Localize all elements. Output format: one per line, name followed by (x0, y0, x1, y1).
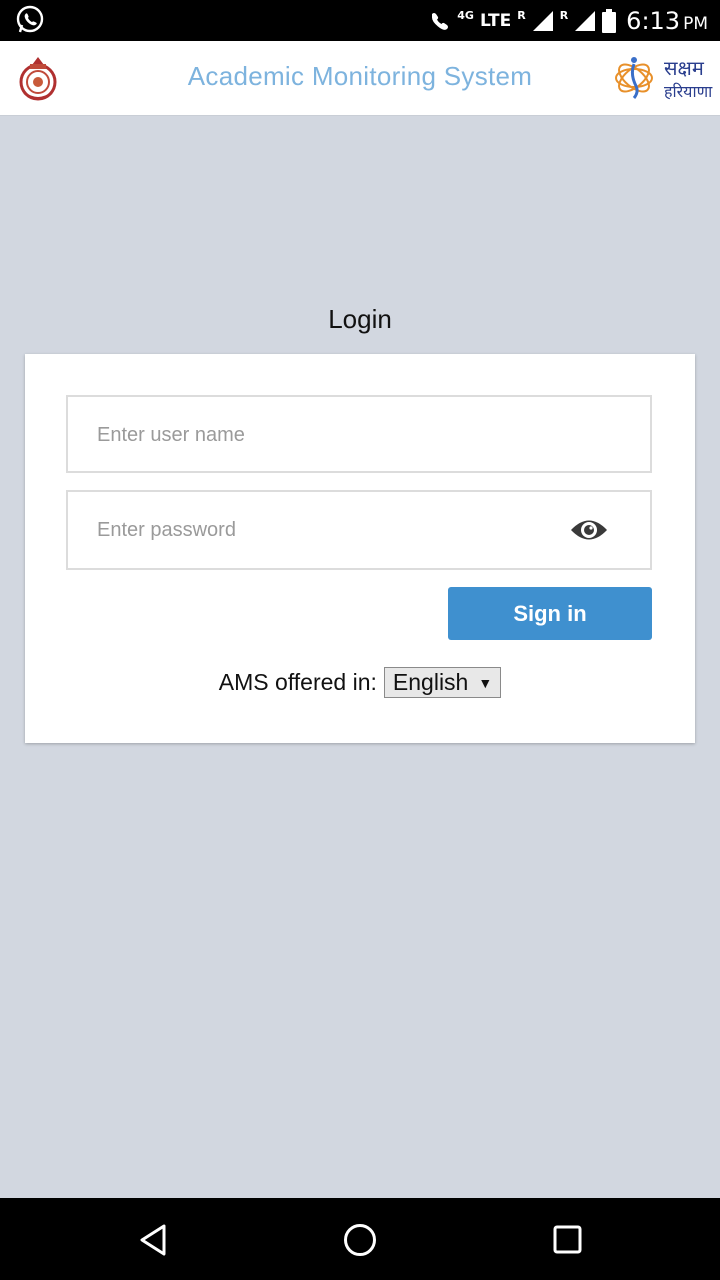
app-header: Academic Monitoring System सक्षम हरियाणा (0, 41, 720, 116)
login-card: Sign in AMS offered in: English ▼ (25, 354, 695, 743)
login-heading: Login (328, 304, 392, 334)
logo-text-line2: हरियाणा (664, 82, 713, 101)
clock: 6:13 PM (626, 7, 708, 35)
dropdown-arrow-icon: ▼ (478, 674, 493, 691)
whatsapp-icon (16, 5, 44, 33)
wifi-call-icon (432, 12, 449, 30)
password-field-container (66, 490, 652, 570)
network-type-label: LTE (479, 10, 512, 31)
status-bar: 4G LTE R R 6:13 PM (0, 0, 720, 41)
clock-ampm: PM (683, 13, 708, 34)
password-input[interactable] (95, 492, 559, 568)
signal-icon-2 (575, 10, 596, 31)
username-input[interactable] (95, 397, 559, 473)
battery-icon (602, 8, 617, 33)
signal-icon (532, 10, 553, 31)
back-icon[interactable] (134, 1220, 174, 1260)
navigation-bar (0, 1198, 720, 1280)
language-selected-value: English (392, 669, 469, 695)
roaming-label-1: R (517, 9, 526, 22)
username-field-container (66, 395, 652, 473)
home-icon[interactable] (340, 1220, 380, 1260)
language-row: AMS offered in: English ▼ (25, 667, 695, 698)
network-small-label: 4G (457, 9, 474, 22)
logo-text-line1: सक्षम (664, 56, 704, 80)
language-label: AMS offered in: (218, 669, 377, 695)
eye-icon[interactable] (570, 517, 608, 543)
roaming-label-2: R (559, 9, 569, 22)
language-select[interactable]: English ▼ (383, 667, 502, 698)
sign-in-button[interactable]: Sign in (448, 587, 652, 640)
atom-logo-icon (615, 57, 653, 99)
clock-time: 6:13 (626, 6, 681, 35)
saksham-haryana-logo: सक्षम हरियाणा (612, 50, 712, 108)
status-right: 4G LTE R R 6:13 PM (429, 0, 708, 41)
recents-icon[interactable] (547, 1220, 587, 1260)
